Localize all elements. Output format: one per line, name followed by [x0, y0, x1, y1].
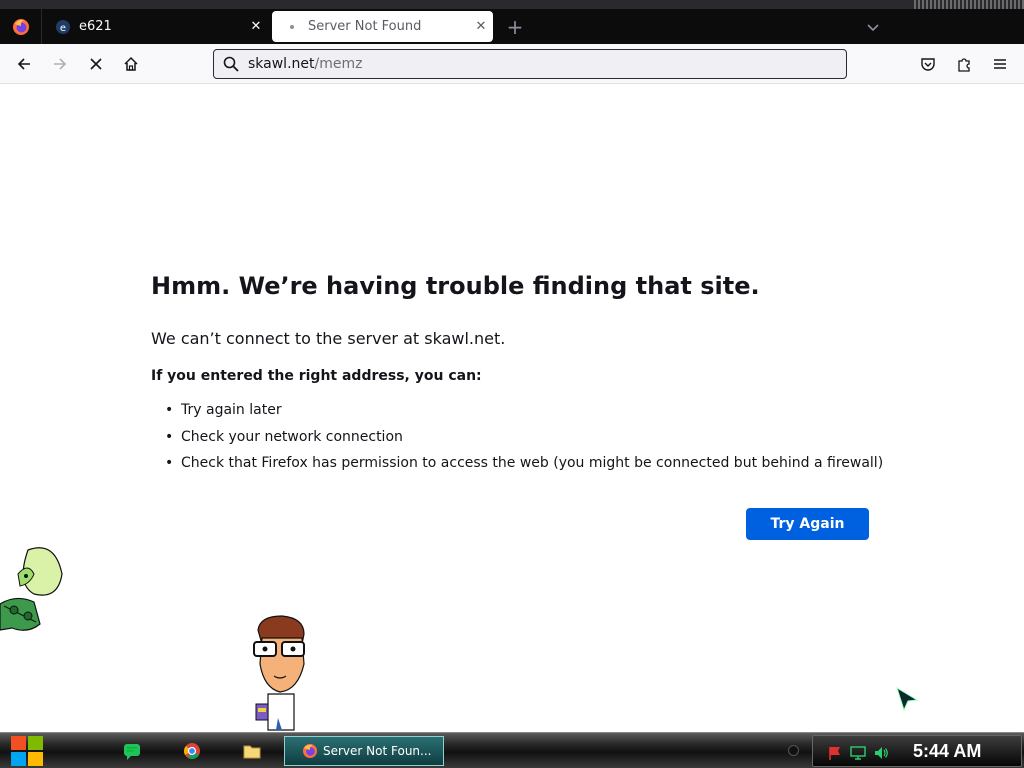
- volume-icon[interactable]: [873, 745, 889, 761]
- arrow-right-icon: [54, 58, 67, 70]
- network-icon[interactable]: [850, 745, 866, 761]
- app-menu-button[interactable]: [986, 50, 1014, 78]
- error-hint: If you entered the right address, you ca…: [151, 368, 482, 384]
- tab-title: Server Not Found: [308, 19, 422, 34]
- tab-bar: e e621 ✕ Server Not Found ✕ +: [0, 9, 1024, 44]
- puzzle-icon: [958, 58, 970, 72]
- taskbar-chat-app[interactable]: [120, 739, 144, 763]
- firefox-icon: [301, 742, 319, 760]
- extensions-button[interactable]: [950, 50, 978, 78]
- firefox-icon: [12, 18, 29, 35]
- clock[interactable]: 5:44 AM: [913, 741, 981, 762]
- taskbar: Server Not Foun... 5:44 AM: [0, 732, 1024, 768]
- start-button[interactable]: [8, 733, 46, 768]
- arrow-left-icon: [17, 58, 30, 70]
- taskbar-task-label: Server Not Foun...: [323, 744, 432, 758]
- suggestion-item: Check that Firefox has permission to acc…: [165, 453, 883, 480]
- error-title: Hmm. We’re having trouble finding that s…: [151, 272, 760, 300]
- system-tray: 5:44 AM: [812, 735, 1022, 767]
- tab-e621[interactable]: e e621 ✕: [43, 9, 268, 44]
- suggestion-list: Try again later Check your network conne…: [165, 400, 883, 480]
- error-short-description: We can’t connect to the server at skawl.…: [151, 329, 506, 348]
- forward-button[interactable]: [46, 50, 74, 78]
- close-icon: [90, 58, 102, 70]
- new-tab-button[interactable]: +: [502, 9, 528, 44]
- chevron-down-icon: [867, 23, 879, 31]
- taskbar-firefox-task[interactable]: Server Not Foun...: [284, 736, 444, 766]
- home-icon: [124, 56, 138, 71]
- window-top-strip: [0, 0, 1024, 9]
- tab-title: e621: [79, 19, 112, 34]
- suggestion-item: Try again later: [165, 400, 883, 427]
- try-again-button[interactable]: Try Again: [746, 508, 869, 540]
- show-desktop-button[interactable]: [788, 745, 799, 756]
- tab-server-not-found[interactable]: Server Not Found ✕: [272, 11, 493, 42]
- list-all-tabs-button[interactable]: [860, 9, 886, 44]
- chrome-icon: [183, 743, 200, 760]
- url-bar[interactable]: skawl.net/memz: [213, 49, 847, 79]
- folder-icon: [243, 745, 261, 759]
- green-character-image: [0, 547, 63, 631]
- taskbar-file-explorer[interactable]: [240, 739, 264, 763]
- loading-dot-icon: [284, 19, 300, 35]
- tab-close-icon[interactable]: ✕: [244, 19, 268, 34]
- pocket-button[interactable]: [914, 50, 942, 78]
- svg-text:e: e: [60, 23, 66, 34]
- tab-close-icon[interactable]: ✕: [469, 19, 493, 34]
- suggestion-item: Check your network connection: [165, 427, 883, 454]
- mouse-cursor-icon: [896, 686, 919, 712]
- chat-app-icon: [124, 744, 140, 760]
- flag-icon[interactable]: [827, 745, 843, 761]
- navigation-toolbar: skawl.net/memz: [0, 44, 1024, 84]
- windows-logo-icon: [11, 736, 43, 766]
- url-path: /memz: [314, 56, 363, 72]
- firefox-view-button[interactable]: [0, 9, 42, 44]
- home-button[interactable]: [117, 50, 145, 78]
- e621-favicon-icon: e: [55, 19, 71, 35]
- search-icon: [221, 54, 241, 74]
- hamburger-menu-icon: [994, 59, 1006, 69]
- pocket-icon: [921, 58, 935, 71]
- man-with-glasses-image: [253, 615, 305, 731]
- taskbar-chrome[interactable]: [180, 739, 204, 763]
- url-host: skawl.net: [248, 56, 315, 72]
- back-button[interactable]: [10, 50, 38, 78]
- stop-button[interactable]: [82, 50, 110, 78]
